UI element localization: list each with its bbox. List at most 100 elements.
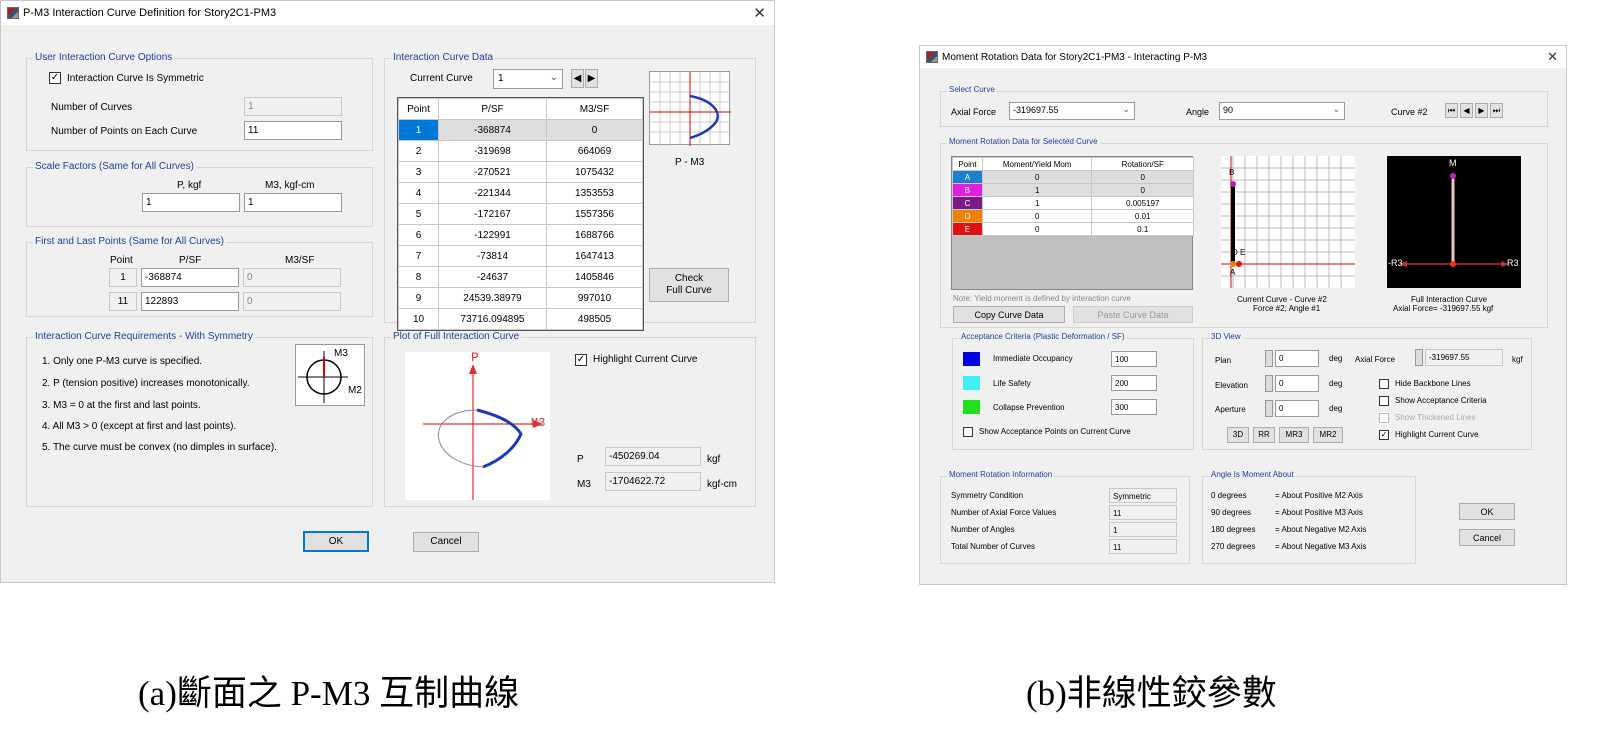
table-cell[interactable]: 10 <box>398 308 439 330</box>
table-cell[interactable]: 73716.094895 <box>438 308 547 330</box>
table-row[interactable]: 10 73716.094895 498505 <box>398 308 643 330</box>
cp-value-field[interactable]: 300 <box>1111 399 1157 415</box>
aperture-field[interactable]: 0 <box>1275 400 1319 417</box>
cp-color-swatch[interactable] <box>963 400 980 414</box>
table-row[interactable]: 5 -172167 1557356 <box>398 203 643 225</box>
table-cell[interactable]: 0.01 <box>1091 209 1194 223</box>
table-row[interactable]: 6 -122991 1688766 <box>398 224 643 246</box>
table-cell[interactable]: 6 <box>398 224 439 246</box>
table-cell[interactable]: -270521 <box>438 161 547 183</box>
axial-force-spinner[interactable] <box>1415 349 1423 366</box>
io-value-field[interactable]: 100 <box>1111 351 1157 367</box>
ok-button[interactable]: OK <box>1459 503 1515 520</box>
table-row[interactable]: 4 -221344 1353553 <box>398 182 643 204</box>
table-cell[interactable]: C <box>952 196 983 210</box>
view-rr-button[interactable]: RR <box>1253 427 1275 443</box>
aperture-spinner[interactable] <box>1265 400 1273 417</box>
num-curves-field[interactable]: 1 <box>244 97 342 116</box>
table-row[interactable]: D 0 0.01 <box>952 209 1194 223</box>
table-cell[interactable]: 1 <box>398 119 439 141</box>
table-cell[interactable]: -73814 <box>438 245 547 267</box>
first-point-p[interactable]: -368874 <box>141 268 239 287</box>
table-row[interactable]: 8 -24637 1405846 <box>398 266 643 288</box>
prev-curve-button[interactable]: ◀ <box>1460 103 1473 118</box>
io-color-swatch[interactable] <box>963 352 980 366</box>
table-cell[interactable]: -172167 <box>438 203 547 225</box>
table-cell[interactable]: 0 <box>1091 170 1194 184</box>
table-cell[interactable]: 2 <box>398 140 439 162</box>
table-cell[interactable]: 997010 <box>546 287 643 309</box>
table-cell[interactable]: -122991 <box>438 224 547 246</box>
view-3d-button[interactable]: 3D <box>1227 427 1249 443</box>
ls-color-swatch[interactable] <box>963 376 980 390</box>
table-cell[interactable]: B <box>952 183 983 197</box>
table-cell[interactable]: 0.1 <box>1091 222 1194 236</box>
view-mr3-button[interactable]: MR3 <box>1279 427 1309 443</box>
plan-field[interactable]: 0 <box>1275 350 1319 367</box>
p-scale-field[interactable]: 1 <box>142 193 240 212</box>
table-row[interactable]: 7 -73814 1647413 <box>398 245 643 267</box>
copy-curve-button[interactable]: Copy Curve Data <box>953 306 1065 323</box>
last-point-m3[interactable]: 0 <box>243 292 341 311</box>
table-cell[interactable]: 8 <box>398 266 439 288</box>
last-curve-button[interactable]: ⏭ <box>1490 103 1503 118</box>
table-cell[interactable]: D <box>952 209 983 223</box>
first-point-m3[interactable]: 0 <box>243 268 341 287</box>
next-curve-button[interactable]: ▶ <box>1475 103 1488 118</box>
table-row[interactable]: B10 <box>952 183 1194 197</box>
m3-scale-field[interactable]: 1 <box>244 193 342 212</box>
show-acceptance-criteria-checkbox[interactable] <box>1379 396 1389 406</box>
table-cell[interactable]: 1353553 <box>546 182 643 204</box>
table-cell[interactable]: 5 <box>398 203 439 225</box>
table-cell[interactable]: -24637 <box>438 266 547 288</box>
table-cell[interactable]: 0 <box>1091 183 1194 197</box>
table-cell[interactable]: A <box>952 170 983 184</box>
table-cell[interactable]: 0 <box>981 222 1093 236</box>
axial-force-select[interactable]: -319697.55 ⌄ <box>1009 102 1135 120</box>
table-cell[interactable]: -221344 <box>438 182 547 204</box>
symmetric-checkbox[interactable]: ✓ <box>49 72 61 84</box>
table-row[interactable]: 2 -319698 664069 <box>398 140 643 162</box>
table-cell[interactable]: -368874 <box>438 119 547 141</box>
highlight-curve-checkbox[interactable]: ✓ <box>1379 430 1389 440</box>
current-curve-select[interactable]: 1 ⌄ <box>493 69 563 89</box>
table-cell[interactable]: 9 <box>398 287 439 309</box>
table-row[interactable]: E 0 0.1 <box>952 222 1194 236</box>
table-row[interactable]: A00 <box>952 170 1194 184</box>
table-row[interactable]: 1 -368874 0 <box>398 119 643 141</box>
table-cell[interactable]: 7 <box>398 245 439 267</box>
table-row[interactable]: C 1 0.005197 <box>952 196 1194 210</box>
table-row[interactable]: 9 24539.38979 997010 <box>398 287 643 309</box>
view-mr2-button[interactable]: MR2 <box>1313 427 1343 443</box>
table-cell[interactable]: 3 <box>398 161 439 183</box>
angle-select[interactable]: 90 ⌄ <box>1219 102 1345 120</box>
last-point-p[interactable]: 122893 <box>141 292 239 311</box>
next-curve-button[interactable]: ▶ <box>585 69 598 88</box>
table-cell[interactable]: 1405846 <box>546 266 643 288</box>
show-acceptance-points-checkbox[interactable] <box>963 427 973 437</box>
table-cell[interactable]: 1557356 <box>546 203 643 225</box>
num-points-field[interactable]: 11 <box>244 121 342 140</box>
plan-spinner[interactable] <box>1265 350 1273 367</box>
elevation-field[interactable]: 0 <box>1275 375 1319 392</box>
table-cell[interactable]: 24539.38979 <box>438 287 547 309</box>
table-cell[interactable]: 1688766 <box>546 224 643 246</box>
prev-curve-button[interactable]: ◀ <box>571 69 584 88</box>
table-row[interactable]: 3 -270521 1075432 <box>398 161 643 183</box>
table-cell[interactable]: 1075432 <box>546 161 643 183</box>
table-cell[interactable]: 1 <box>981 183 1093 197</box>
first-curve-button[interactable]: ⏮ <box>1445 103 1458 118</box>
table-cell[interactable]: 0.005197 <box>1091 196 1194 210</box>
table-cell[interactable]: -319698 <box>438 140 547 162</box>
ok-button[interactable]: OK <box>303 531 369 552</box>
table-cell[interactable]: 4 <box>398 182 439 204</box>
table-cell[interactable]: 0 <box>981 170 1093 184</box>
hide-backbone-checkbox[interactable] <box>1379 379 1389 389</box>
table-cell[interactable]: 0 <box>981 209 1093 223</box>
table-cell[interactable]: 1647413 <box>546 245 643 267</box>
table-cell[interactable]: 1 <box>981 196 1093 210</box>
ls-value-field[interactable]: 200 <box>1111 375 1157 391</box>
cancel-button[interactable]: Cancel <box>1459 529 1515 546</box>
table-cell[interactable]: E <box>952 222 983 236</box>
check-full-curve-button[interactable]: Check Full Curve <box>649 268 729 302</box>
